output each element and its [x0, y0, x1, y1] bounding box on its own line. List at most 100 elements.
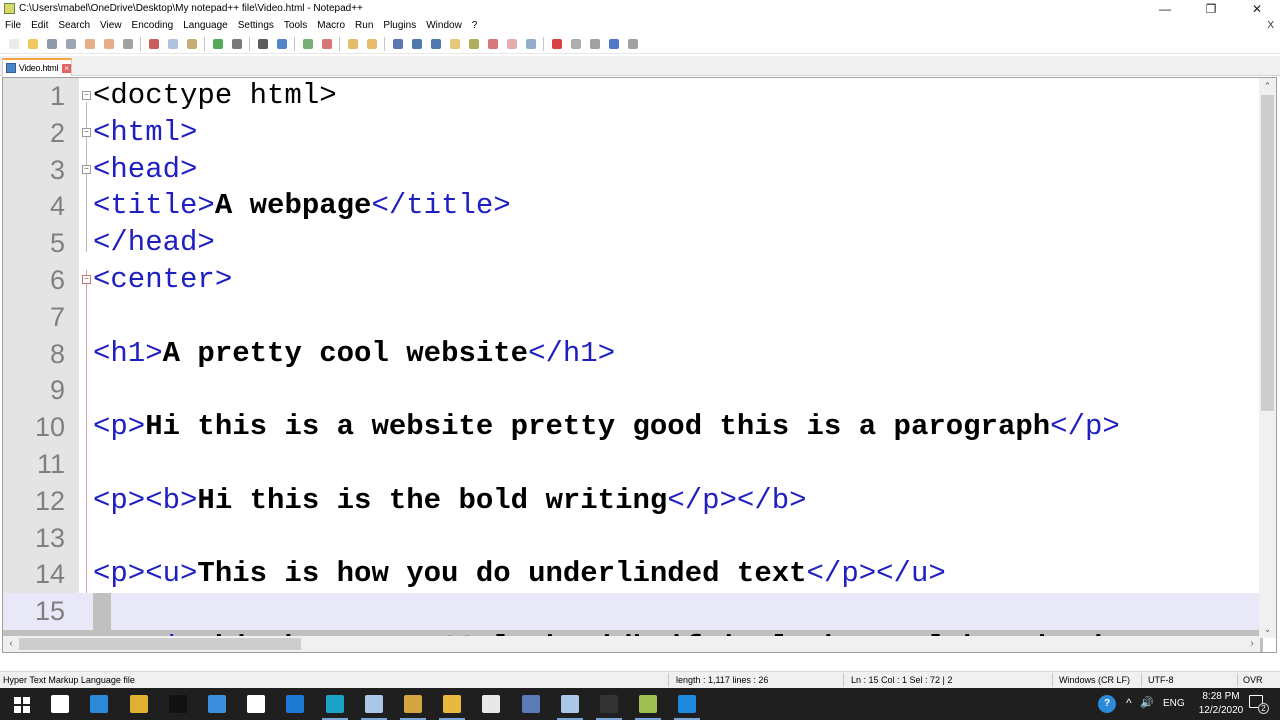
notes2-app-icon[interactable]	[560, 695, 579, 713]
fold-toggle-icon[interactable]: −	[82, 127, 91, 137]
code-line[interactable]: 8 <h1>A pretty cool website</h1>	[3, 336, 1263, 373]
code-line[interactable]: 11	[3, 446, 1263, 483]
menu-run[interactable]: Run	[350, 18, 378, 34]
notes-app-icon[interactable]	[364, 695, 383, 713]
code-line[interactable]: 7	[3, 299, 1263, 336]
find-icon[interactable]	[256, 37, 270, 51]
code-line[interactable]: 6 − <center>	[3, 262, 1263, 299]
clock-time[interactable]: 8:28 PM	[1196, 691, 1246, 702]
save-all-icon[interactable]	[64, 37, 78, 51]
menu-search[interactable]: Search	[53, 18, 95, 34]
close-window-button[interactable]: ✕	[1234, 0, 1280, 18]
menu-settings[interactable]: Settings	[233, 18, 279, 34]
fold-toggle-icon[interactable]: −	[82, 91, 91, 100]
start-button-icon[interactable]	[12, 695, 30, 713]
folder-icon[interactable]	[505, 37, 519, 51]
code-line[interactable]: 14 <p><u>This is how you do underlinded t…	[3, 556, 1263, 593]
vs-app-icon[interactable]	[208, 695, 226, 713]
play-macro-icon[interactable]	[588, 37, 602, 51]
code-line[interactable]: 4 <title>A webpage</title>	[3, 188, 1263, 225]
horizontal-scrollbar[interactable]: ‹ ›	[3, 636, 1260, 652]
remote-app-icon[interactable]	[286, 695, 305, 713]
help-tray-icon[interactable]: ?	[1098, 695, 1116, 713]
close-all-icon[interactable]	[102, 37, 116, 51]
menu-help[interactable]: ?	[467, 18, 483, 34]
print-icon[interactable]	[121, 37, 135, 51]
function-list-icon[interactable]	[467, 37, 481, 51]
menu-file[interactable]: File	[0, 18, 26, 34]
indent-guide-icon[interactable]	[429, 37, 443, 51]
clock-date[interactable]: 12/2/2020	[1192, 705, 1250, 716]
tray-chevron-icon[interactable]: ^	[1126, 696, 1132, 710]
volume-icon[interactable]: 🔊	[1140, 696, 1154, 709]
run-macro-multiple-icon[interactable]	[607, 37, 621, 51]
menu-view[interactable]: View	[95, 18, 127, 34]
menu-language[interactable]: Language	[178, 18, 233, 34]
folder-workspace-icon[interactable]	[486, 37, 500, 51]
code-line[interactable]: 15	[3, 593, 1263, 630]
copy-icon[interactable]	[166, 37, 180, 51]
show-all-characters-icon[interactable]	[410, 37, 424, 51]
open-file-icon[interactable]	[26, 37, 40, 51]
undo-icon[interactable]	[211, 37, 225, 51]
save-icon[interactable]	[45, 37, 59, 51]
menu-plugins[interactable]: Plugins	[378, 18, 421, 34]
zoom-in-icon[interactable]	[301, 37, 315, 51]
code-line[interactable]: 10 <p>Hi this is a website pretty good th…	[3, 409, 1263, 446]
media-app-icon[interactable]	[678, 695, 697, 713]
calculator-app-icon[interactable]	[521, 695, 540, 713]
new-file-icon[interactable]	[7, 37, 21, 51]
sync-vertical-icon[interactable]	[346, 37, 360, 51]
code-line[interactable]: 12 <p><b>Hi this is the bold writing</p><…	[3, 483, 1263, 520]
code-line[interactable]: 13	[3, 520, 1263, 557]
language-indicator[interactable]: ENG	[1163, 698, 1185, 709]
close-icon[interactable]	[83, 37, 97, 51]
word-wrap-icon[interactable]	[391, 37, 405, 51]
netflix-app-icon[interactable]	[168, 695, 187, 713]
vertical-scroll-thumb[interactable]	[1261, 95, 1274, 411]
zoom-out-icon[interactable]	[320, 37, 334, 51]
vertical-scrollbar[interactable]: ⌃ ⌄	[1259, 78, 1276, 638]
menu-encoding[interactable]: Encoding	[127, 18, 179, 34]
paste-icon[interactable]	[185, 37, 199, 51]
code-line[interactable]: 3 − <head>	[3, 152, 1263, 189]
code-line[interactable]: 2 − <html>	[3, 115, 1263, 152]
code-line[interactable]: 5 </head>	[3, 225, 1263, 262]
store-app-icon[interactable]	[482, 695, 501, 713]
edge-app-icon[interactable]	[325, 695, 344, 713]
dropbox-app-icon[interactable]	[247, 695, 266, 713]
restore-button[interactable]: ❐	[1188, 0, 1234, 18]
tab-video-html[interactable]: Video.html ×	[2, 58, 72, 76]
fold-toggle-icon[interactable]: −	[82, 275, 91, 284]
cut-icon[interactable]	[147, 37, 161, 51]
obs-app-icon[interactable]	[600, 695, 618, 713]
scroll-right-icon[interactable]: ›	[1244, 636, 1260, 652]
menu-window[interactable]: Window	[421, 18, 467, 34]
editor[interactable]: 1− <doctype html> 2− <html> 3− <head> 4 <title>…	[2, 77, 1277, 653]
notepadpp-app-icon[interactable]	[639, 695, 658, 713]
menu-tools[interactable]: Tools	[279, 18, 312, 34]
scroll-down-icon[interactable]: ⌄	[1259, 621, 1276, 638]
stop-macro-icon[interactable]	[569, 37, 583, 51]
code-line[interactable]: 9	[3, 372, 1263, 409]
fold-toggle-icon[interactable]: −	[82, 164, 91, 174]
horizontal-scroll-thumb[interactable]	[19, 638, 301, 650]
redo-icon[interactable]	[230, 37, 244, 51]
menu-macro[interactable]: Macro	[312, 18, 350, 34]
document-map-icon[interactable]	[448, 37, 462, 51]
monitoring-icon[interactable]	[524, 37, 538, 51]
sync-horizontal-icon[interactable]	[365, 37, 379, 51]
replace-icon[interactable]	[275, 37, 289, 51]
mail-app-icon[interactable]	[90, 695, 109, 713]
save-macro-icon[interactable]	[626, 37, 640, 51]
chrome-app-icon[interactable]	[129, 695, 148, 713]
amazon-app-icon[interactable]	[51, 695, 70, 713]
close-tab-icon[interactable]: ×	[62, 63, 71, 73]
code-line[interactable]: 1 − <doctype html>	[3, 78, 1263, 115]
minimize-button[interactable]: —	[1142, 0, 1188, 18]
record-macro-icon[interactable]	[550, 37, 564, 51]
chrome-profile-app-icon[interactable]	[404, 695, 422, 713]
file-explorer-app-icon[interactable]	[443, 695, 462, 713]
scroll-up-icon[interactable]: ⌃	[1259, 78, 1276, 95]
scroll-left-icon[interactable]: ‹	[3, 636, 19, 652]
